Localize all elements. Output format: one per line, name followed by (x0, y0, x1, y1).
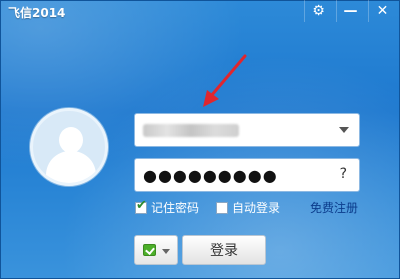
account-input[interactable] (134, 113, 360, 147)
remember-password-checkbox[interactable]: ✔ (135, 198, 147, 214)
close-button[interactable]: ✕ (368, 0, 396, 22)
gear-icon: ⚙ (312, 3, 325, 19)
chevron-down-icon (162, 249, 170, 254)
auto-login-label: 自动登录 (232, 201, 281, 215)
auto-login-option[interactable]: 自动登录 (216, 199, 280, 216)
avatar-head-icon (59, 127, 83, 153)
auto-login-checkbox[interactable] (216, 201, 228, 214)
settings-button[interactable]: ⚙ (304, 0, 332, 22)
window-title: 飞信2014 (8, 6, 66, 20)
red-arrow-annotation (203, 54, 247, 107)
checkmark-icon: ✔ (136, 197, 147, 213)
online-status-button[interactable] (134, 235, 178, 265)
online-status-icon (143, 244, 156, 256)
password-mask: ●●●●●●●●● (143, 166, 278, 185)
login-window: 飞信2014 ⚙ — ✕ ●●●●●●●●● ? ✔ 记住密码 自动登录 免费注… (0, 0, 400, 279)
account-dropdown-icon[interactable] (339, 127, 349, 133)
remember-password-label: 记住密码 (151, 201, 200, 215)
password-help-icon[interactable]: ? (340, 166, 347, 182)
minimize-icon: — (343, 3, 358, 19)
password-input[interactable]: ●●●●●●●●● ? (134, 158, 360, 192)
close-icon: ✕ (376, 3, 389, 19)
remember-password-option[interactable]: ✔ 记住密码 (135, 198, 200, 216)
register-link[interactable]: 免费注册 (310, 199, 358, 216)
account-value-blurred (143, 124, 239, 137)
login-button[interactable]: 登录 (182, 235, 266, 265)
avatar[interactable] (30, 108, 108, 186)
avatar-body-icon (46, 151, 96, 183)
minimize-button[interactable]: — (336, 0, 364, 22)
